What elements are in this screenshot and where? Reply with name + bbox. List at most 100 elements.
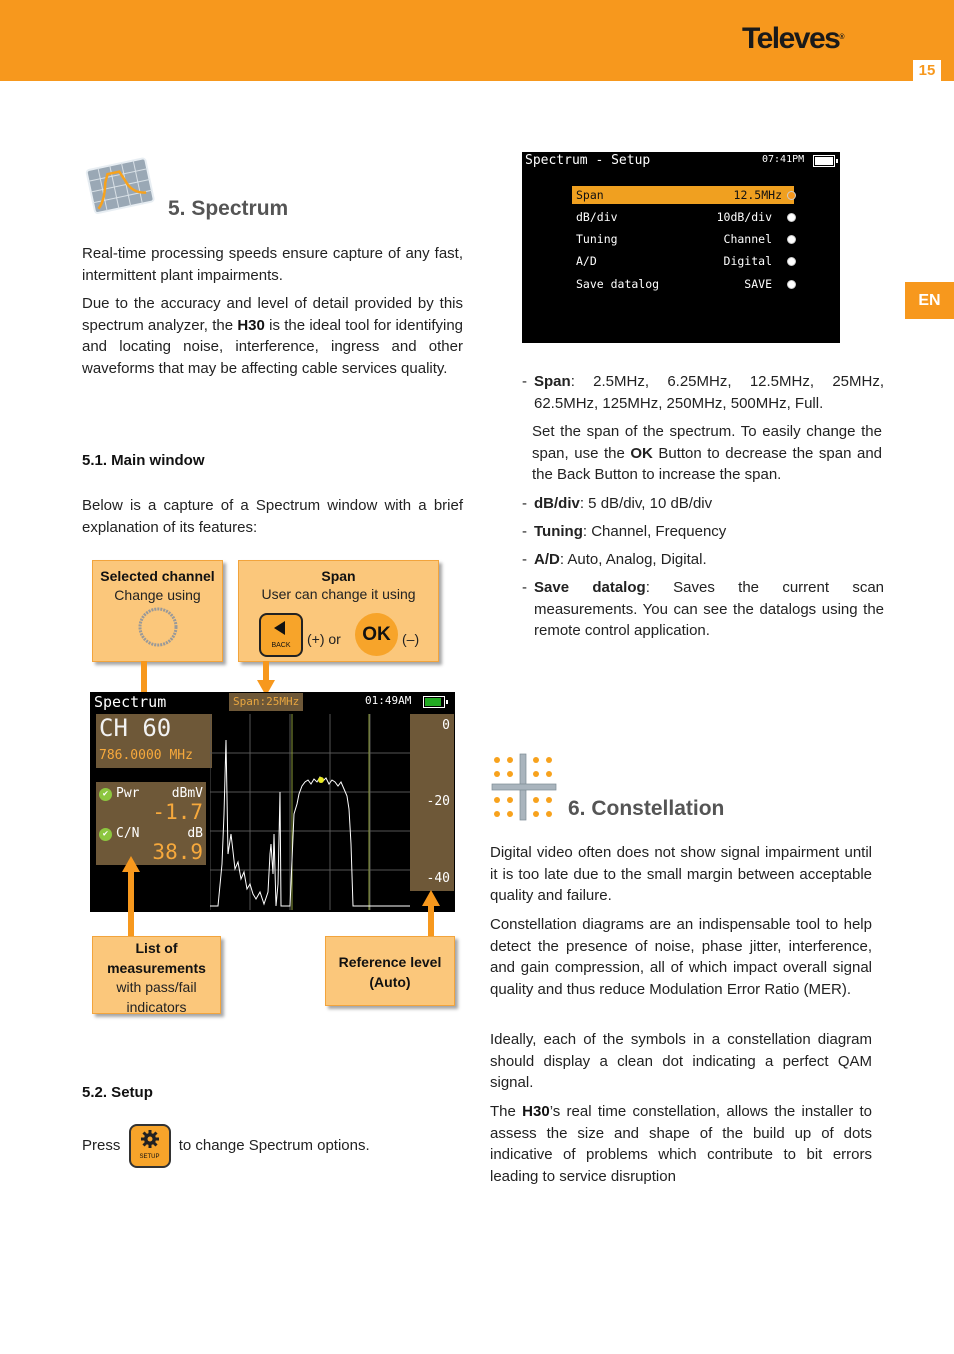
- clock: 07:41PM: [762, 154, 805, 165]
- option-text: : Auto, Analog, Digital.: [559, 551, 707, 568]
- plot-grid: [210, 714, 410, 910]
- row-value: SAVE: [744, 277, 772, 291]
- option-dbdiv: - dB/div: 5 dB/div, 10 dB/div: [522, 495, 713, 512]
- pass-check-icon: ✔: [99, 828, 112, 841]
- ok-label: OK: [630, 444, 653, 462]
- section-6-para-4: The H30’s real time constellation, allow…: [490, 1101, 872, 1187]
- option-button-icon[interactable]: [787, 257, 796, 266]
- product-name: H30: [237, 316, 265, 334]
- televes-logo: Televes®: [742, 22, 845, 56]
- section-5-para-1: Real-time processing speeds ensure captu…: [82, 245, 463, 284]
- setup-row-ad[interactable]: A/D Digital: [572, 252, 794, 270]
- setup-key: SETUP: [128, 1124, 171, 1169]
- registered-mark: ®: [839, 34, 845, 41]
- subsection-5-1-title: 5.1. Main window: [82, 452, 205, 469]
- channel-number: CH 60: [99, 714, 172, 742]
- callout-span: Span User can change it using BACK (+) o…: [238, 560, 439, 662]
- callout-text: with pass/fail indicators: [116, 979, 197, 1015]
- section-6-para-2: Constellation diagrams are an indispensa…: [490, 916, 872, 998]
- ok-key: OK: [355, 613, 398, 656]
- row-value: 10dB/div: [716, 210, 772, 224]
- callout-title: Selected channel: [100, 568, 215, 584]
- option-button-icon[interactable]: [787, 213, 796, 222]
- ref-level-label: -40: [426, 871, 450, 886]
- option-text: : Channel, Frequency: [582, 523, 727, 540]
- rotary-knob-icon: [138, 607, 177, 647]
- setup-row-save-datalog[interactable]: Save datalog SAVE: [572, 275, 794, 293]
- clock: 01:49AM: [365, 694, 412, 707]
- row-label: A/D: [576, 254, 597, 268]
- option-tuning: - Tuning: Channel, Frequency: [522, 523, 727, 540]
- spectrum-screen: Spectrum Span:25MHz 01:49AM CH 60 786.00…: [90, 692, 455, 912]
- measurement-list: ✔ Pwr dBmV -1.7 ✔ C/N dB 38.9: [96, 782, 206, 865]
- arrow-line: [263, 661, 269, 681]
- marker-dot: [318, 777, 324, 783]
- cn-unit: dB: [187, 826, 203, 841]
- battery-charging-icon: [423, 696, 448, 708]
- pwr-value: -1.7: [152, 800, 203, 824]
- option-label: Span: [534, 373, 571, 390]
- screen-title: Spectrum: [94, 693, 167, 711]
- callout-title: Reference level (Auto): [338, 954, 442, 990]
- callout-measurements: List of measurements with pass/fail indi…: [92, 936, 221, 1015]
- minus-text: (–): [402, 631, 420, 647]
- row-label: Span: [576, 188, 604, 202]
- gear-icon: [140, 1130, 159, 1149]
- spectrum-trace: [210, 739, 410, 907]
- setup-row-tuning[interactable]: Tuning Channel: [572, 230, 794, 248]
- spectrum-setup-screen: Spectrum - Setup 07:41PM Span 12.5MHz dB…: [522, 152, 840, 343]
- spectrum-plot: [210, 714, 410, 910]
- reference-level-scale: 0 -20 -40: [410, 714, 454, 891]
- option-save-datalog: - Save datalog: Saves the current scan me…: [522, 579, 884, 639]
- back-arrow-icon: [274, 621, 285, 635]
- row-value: 12.5MHz: [733, 188, 782, 202]
- plus-text: (+) or: [307, 631, 341, 647]
- row-value: Digital: [723, 254, 772, 268]
- language-tab: EN: [905, 282, 954, 319]
- option-span: - Span: 2.5MHz, 6.25MHz, 12.5MHz, 25MHz, …: [522, 373, 884, 412]
- option-button-icon[interactable]: [787, 280, 796, 289]
- option-ad: - A/D: Auto, Analog, Digital.: [522, 551, 707, 568]
- setup-row-dbdiv[interactable]: dB/div 10dB/div: [572, 208, 794, 226]
- subsection-5-1-text: Below is a capture of a Spectrum window …: [82, 497, 463, 536]
- ref-level-label: 0: [442, 718, 450, 733]
- para-text: The: [490, 1103, 523, 1120]
- subsection-5-2-title: 5.2. Setup: [82, 1084, 153, 1101]
- callout-text: User can change it using: [261, 586, 416, 602]
- option-button-icon[interactable]: [787, 235, 796, 244]
- callout-title: Span: [321, 568, 356, 584]
- spectrum-icon: [84, 154, 155, 216]
- row-label: Save datalog: [576, 277, 660, 291]
- instruction-text: Press: [82, 1137, 121, 1154]
- screen-title: Spectrum - Setup: [525, 153, 651, 168]
- instruction-text: to change Spectrum options.: [178, 1137, 370, 1154]
- option-label: Tuning: [534, 523, 583, 540]
- pwr-unit: dBmV: [171, 786, 203, 801]
- option-label: A/D: [534, 551, 560, 568]
- option-text: : 5 dB/div, 10 dB/div: [579, 495, 713, 512]
- arrow-line: [128, 870, 134, 936]
- setup-instruction: Press SETUP to change Spectrum options.: [82, 1124, 463, 1169]
- channel-frequency: 786.0000 MHz: [99, 748, 193, 763]
- callout-title: List of measurements: [107, 940, 206, 976]
- back-key-label: BACK: [271, 642, 291, 649]
- option-label: Save datalog: [534, 579, 646, 596]
- option-label: dB/div: [534, 495, 580, 512]
- channel-box: CH 60 786.0000 MHz: [96, 714, 212, 768]
- option-button-icon[interactable]: [787, 191, 796, 200]
- section-5-para-2: Due to the accuracy and level of detail …: [82, 293, 463, 379]
- section-6-para-3: Ideally, each of the symbols in a conste…: [490, 1031, 872, 1091]
- row-label: dB/div: [576, 210, 618, 224]
- battery-icon: [813, 155, 838, 167]
- option-text: : 2.5MHz, 6.25MHz, 12.5MHz, 25MHz, 62.5M…: [534, 373, 884, 412]
- option-span-note: Set the span of the spectrum. To easily …: [522, 421, 882, 486]
- product-name: H30: [522, 1103, 550, 1120]
- pass-check-icon: ✔: [99, 788, 112, 801]
- page-number: 15: [913, 60, 941, 81]
- section-5-title: 5. Spectrum: [168, 197, 289, 220]
- back-key: BACK: [259, 613, 303, 657]
- setup-row-span[interactable]: Span 12.5MHz: [572, 186, 794, 204]
- brand-name: Televes: [742, 22, 841, 55]
- section-6-title: 6. Constellation: [568, 797, 725, 820]
- setup-key-label: SETUP: [139, 1154, 160, 1161]
